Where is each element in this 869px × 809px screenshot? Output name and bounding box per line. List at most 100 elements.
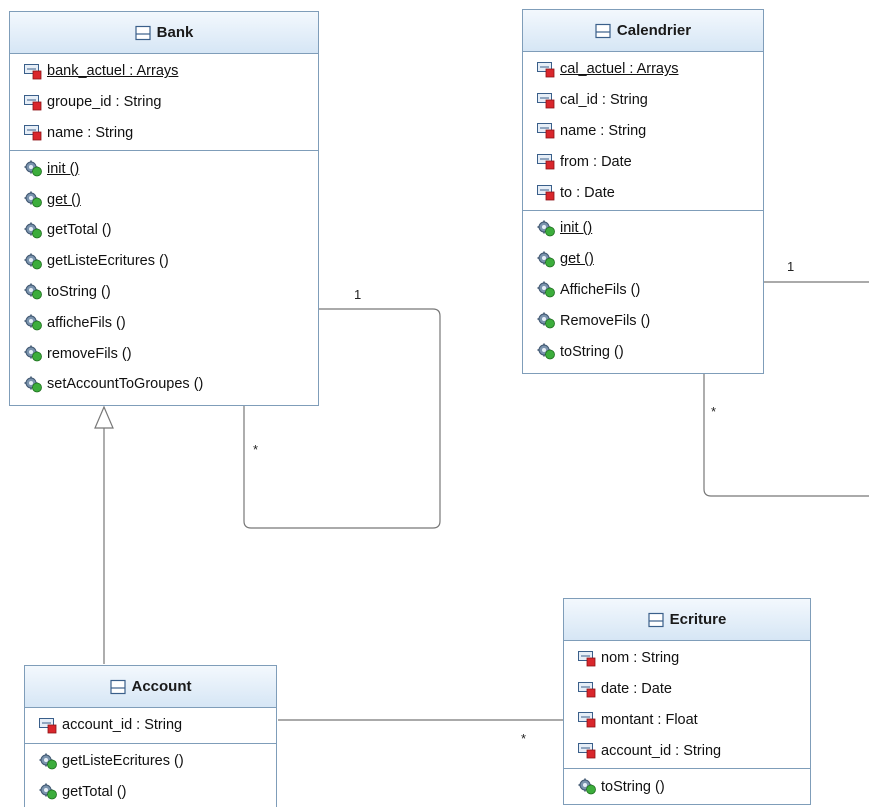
class-bank-header[interactable]: Bank [10, 12, 318, 54]
field-icon [537, 185, 555, 201]
attributes-compartment: bank_actuel : Arrays groupe_id : String na… [10, 54, 318, 152]
method-gear-icon [24, 253, 42, 270]
operation-row[interactable]: toString () [523, 336, 763, 367]
operation-label: getTotal () [47, 222, 112, 239]
attribute-row[interactable]: cal_id : String [523, 85, 763, 116]
class-icon [595, 23, 611, 38]
class-account[interactable]: Account account_id : String getListeEcri… [24, 665, 277, 807]
operation-row[interactable]: AfficheFils () [523, 275, 763, 306]
field-icon [537, 61, 555, 78]
class-calendrier-header[interactable]: Calendrier [523, 10, 763, 52]
attributes-compartment: nom : String date : Date montant : Float ac… [564, 641, 810, 770]
operation-row[interactable]: removeFils () [10, 338, 318, 369]
operation-row[interactable]: get () [10, 184, 318, 215]
method-gear-icon [537, 251, 555, 268]
operation-row[interactable]: init () [10, 153, 318, 184]
class-account-header[interactable]: Account [25, 666, 276, 708]
operation-row[interactable]: setAccountToGroupes () [10, 369, 318, 400]
attribute-row[interactable]: name : String [10, 118, 318, 149]
attributes-compartment: account_id : String [25, 708, 276, 744]
attribute-row[interactable]: name : String [523, 116, 763, 147]
method-gear-icon [537, 343, 555, 360]
class-ecriture[interactable]: Ecriture nom : String date : Date montant … [563, 598, 811, 805]
class-bank-name: Bank [156, 24, 194, 41]
generalization-arrowhead [94, 405, 114, 429]
method-gear-icon [24, 160, 42, 177]
attribute-row[interactable]: date : Date [564, 674, 810, 705]
attribute-row[interactable]: cal_actuel : Arrays [523, 54, 763, 85]
class-calendrier[interactable]: Calendrier cal_actuel : Arrays cal_id : S… [522, 9, 764, 374]
operation-row[interactable]: toString () [10, 277, 318, 308]
attribute-label: name : String [560, 122, 647, 139]
operation-label: init () [47, 160, 80, 177]
attribute-label: to : Date [560, 184, 615, 201]
attribute-label: bank_actuel : Arrays [47, 63, 179, 80]
field-icon [24, 125, 42, 141]
field-icon [578, 681, 596, 698]
attribute-label: account_id : String [62, 717, 183, 734]
bank-self-multiplicity-one: 1 [354, 287, 362, 302]
attribute-label: date : Date [601, 681, 672, 698]
attribute-label: account_id : String [601, 742, 722, 759]
method-gear-icon [537, 312, 555, 329]
calendrier-self-multiplicity-one: 1 [787, 259, 795, 274]
attribute-row[interactable]: account_id : String [564, 735, 810, 766]
operation-label: afficheFils () [47, 314, 126, 331]
attribute-row[interactable]: nom : String [564, 643, 810, 674]
class-ecriture-header[interactable]: Ecriture [564, 599, 810, 641]
field-icon [537, 92, 555, 109]
field-icon [24, 63, 42, 80]
operation-label: getListeEcritures () [62, 753, 184, 770]
attribute-label: cal_id : String [560, 92, 648, 109]
operation-label: removeFils () [47, 345, 132, 362]
field-icon [24, 94, 42, 111]
method-gear-icon [24, 345, 42, 362]
field-icon [578, 743, 596, 759]
field-icon [578, 712, 596, 728]
operations-compartment: init () get () getTotal () getListeEcriture… [10, 151, 318, 401]
operation-row[interactable]: init () [523, 213, 763, 244]
method-gear-icon [537, 220, 555, 237]
operation-label: getTotal () [62, 783, 127, 800]
method-gear-icon [24, 283, 42, 300]
operation-label: toString () [601, 778, 665, 795]
attribute-row[interactable]: account_id : String [25, 710, 276, 741]
class-bank[interactable]: Bank bank_actuel : Arrays groupe_id : Str… [9, 11, 319, 406]
operation-row[interactable]: getListeEcritures () [10, 246, 318, 277]
operation-row[interactable]: RemoveFils () [523, 305, 763, 336]
operations-compartment: getListeEcritures () getTotal () [25, 744, 276, 809]
class-icon [109, 679, 126, 694]
field-icon [39, 717, 57, 734]
attribute-row[interactable]: montant : Float [564, 705, 810, 736]
method-gear-icon [24, 376, 42, 393]
operation-row[interactable]: getListeEcritures () [25, 746, 276, 777]
operation-row[interactable]: get () [523, 244, 763, 275]
method-gear-icon [39, 783, 57, 800]
class-calendrier-name: Calendrier [616, 22, 692, 39]
operation-row[interactable]: afficheFils () [10, 307, 318, 338]
attribute-row[interactable]: bank_actuel : Arrays [10, 56, 318, 87]
method-gear-icon [24, 191, 42, 208]
operation-label: get () [47, 191, 81, 208]
method-gear-icon [578, 778, 596, 795]
class-account-name: Account [131, 678, 192, 695]
operation-label: init () [560, 220, 593, 237]
attribute-row[interactable]: groupe_id : String [10, 87, 318, 118]
attribute-label: nom : String [601, 650, 680, 667]
operation-row[interactable]: getTotal () [10, 215, 318, 246]
bank-self-multiplicity-many: * [253, 442, 259, 457]
class-icon [648, 612, 664, 627]
attribute-row[interactable]: from : Date [523, 146, 763, 177]
method-gear-icon [24, 222, 42, 239]
operation-label: AfficheFils () [560, 281, 641, 298]
class-ecriture-name: Ecriture [669, 611, 727, 628]
operation-label: get () [560, 251, 594, 268]
operation-row[interactable]: toString () [564, 771, 810, 802]
operation-label: setAccountToGroupes () [47, 376, 204, 393]
operation-row[interactable]: getTotal () [25, 777, 276, 808]
attribute-label: cal_actuel : Arrays [560, 61, 679, 78]
attribute-label: name : String [47, 124, 134, 141]
ecriture-multiplicity-many: * [521, 731, 527, 746]
attribute-row[interactable]: to : Date [523, 177, 763, 208]
attribute-label: groupe_id : String [47, 94, 162, 111]
